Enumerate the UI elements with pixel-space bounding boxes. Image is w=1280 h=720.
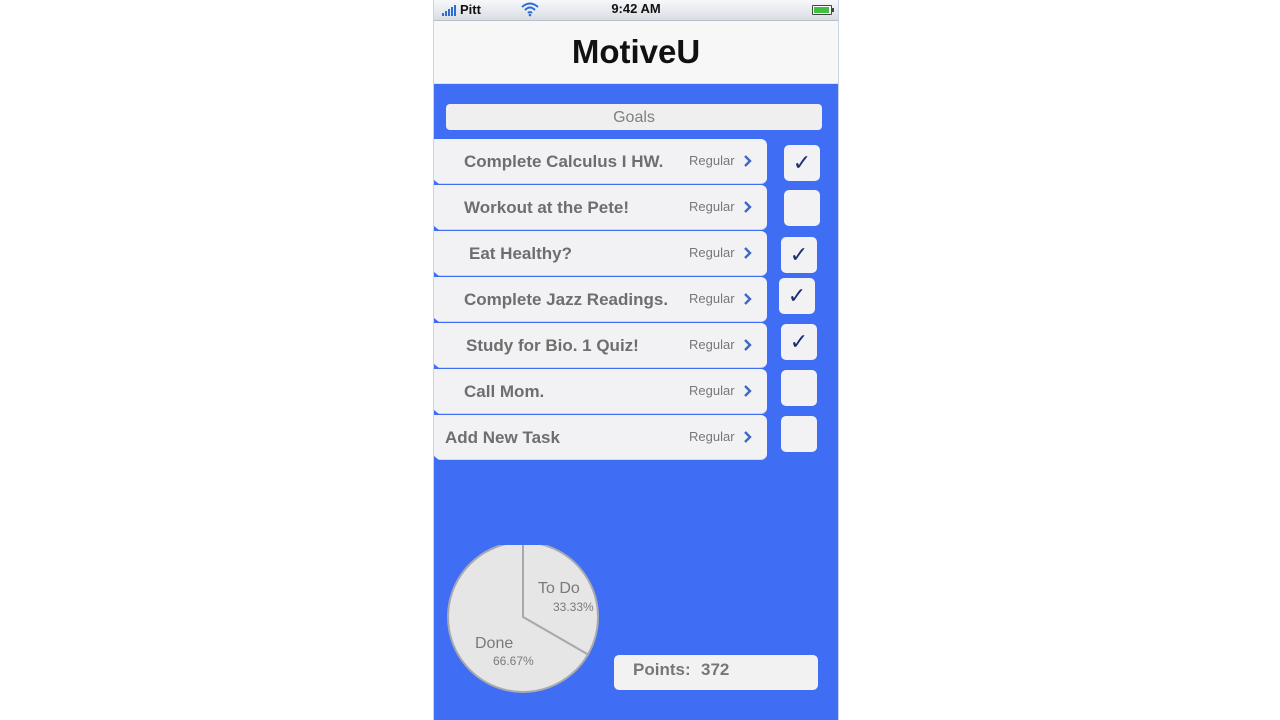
nav-bar: MotiveU xyxy=(434,21,838,84)
pie-label-done: Done xyxy=(475,635,513,652)
chevron-right-icon xyxy=(743,200,753,219)
task-tag: Regular xyxy=(689,383,735,398)
pie-value-todo: 33.33% xyxy=(553,600,594,614)
task-label: Complete Jazz Readings. xyxy=(464,290,669,309)
task-label: Workout at the Pete! xyxy=(464,198,629,217)
points-value: 372 xyxy=(701,660,730,679)
task-tag: Regular xyxy=(689,199,735,214)
task-checkbox[interactable] xyxy=(781,370,817,406)
pie-label-todo: To Do xyxy=(538,580,580,597)
task-tag: Regular xyxy=(689,337,735,352)
task-tag: Regular xyxy=(689,429,735,444)
chevron-right-icon xyxy=(743,338,753,357)
task-tag: Regular xyxy=(689,153,735,168)
add-task-label: Add New Task xyxy=(445,428,560,447)
checkmark-icon: ✓ xyxy=(792,150,812,175)
checkmark-icon: ✓ xyxy=(789,242,809,267)
task-tag: Regular xyxy=(689,245,735,260)
task-checkbox[interactable]: ✓ xyxy=(781,324,817,360)
chevron-right-icon xyxy=(743,384,753,403)
task-label: Eat Healthy? xyxy=(469,244,572,263)
task-row[interactable]: Complete Calculus I HW. Regular xyxy=(434,139,767,184)
task-row[interactable]: Workout at the Pete! Regular xyxy=(434,185,767,230)
task-row[interactable]: Call Mom. Regular xyxy=(434,369,767,414)
points-label: Points: xyxy=(633,660,691,679)
app-title: MotiveU xyxy=(571,33,701,70)
task-label: Study for Bio. 1 Quiz! xyxy=(466,336,639,355)
task-row[interactable]: Eat Healthy? Regular xyxy=(434,231,767,276)
task-label: Complete Calculus I HW. xyxy=(464,152,664,171)
task-tag: Regular xyxy=(689,291,735,306)
status-time: 9:42 AM xyxy=(611,1,661,16)
phone-screen: Pitt 9:42 AM MotiveU Goals Complete Calc… xyxy=(433,0,839,720)
add-task-row[interactable]: Add New Task Regular xyxy=(434,415,767,460)
pie-value-done: 66.67% xyxy=(493,654,534,668)
chevron-right-icon xyxy=(743,246,753,265)
task-label: Call Mom. xyxy=(464,382,545,401)
progress-pie-chart: To Do 33.33% Done 66.67% xyxy=(447,545,599,693)
battery-icon xyxy=(812,5,834,15)
chevron-right-icon xyxy=(743,430,753,449)
status-bar: Pitt 9:42 AM xyxy=(434,0,838,21)
task-checkbox[interactable]: ✓ xyxy=(779,278,815,314)
points-panel: Points: 372 xyxy=(614,655,818,690)
task-checkbox[interactable]: ✓ xyxy=(784,145,820,181)
task-checkbox[interactable] xyxy=(784,190,820,226)
chevron-right-icon xyxy=(743,292,753,311)
task-row[interactable]: Study for Bio. 1 Quiz! Regular xyxy=(434,323,767,368)
checkmark-icon: ✓ xyxy=(787,283,807,308)
checkmark-icon: ✓ xyxy=(789,329,809,354)
task-checkbox[interactable]: ✓ xyxy=(781,237,817,273)
task-row[interactable]: Complete Jazz Readings. Regular xyxy=(434,277,767,322)
goals-header[interactable]: Goals xyxy=(446,104,822,130)
task-checkbox[interactable] xyxy=(781,416,817,452)
chevron-right-icon xyxy=(743,154,753,173)
